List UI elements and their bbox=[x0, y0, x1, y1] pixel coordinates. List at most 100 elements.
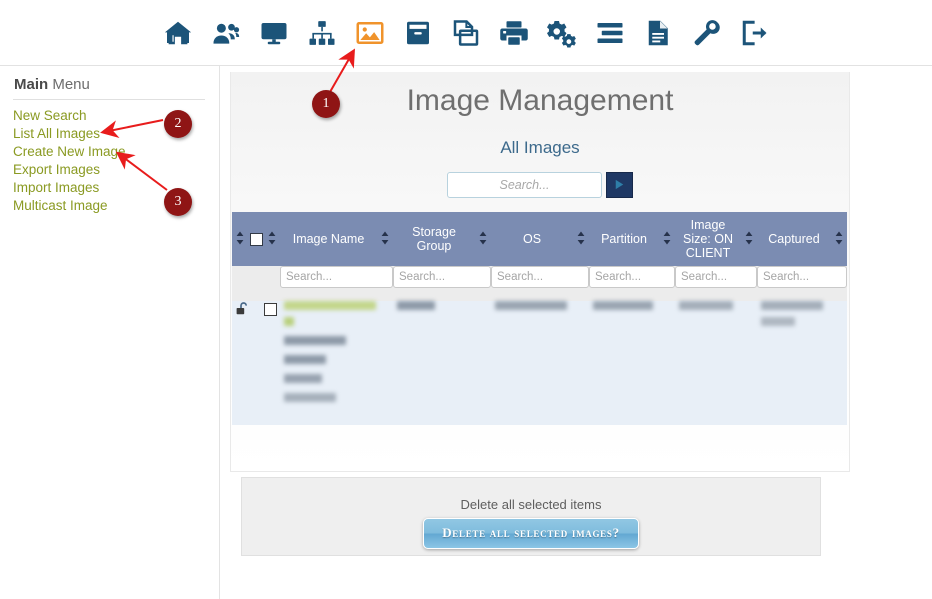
search-submit-button[interactable] bbox=[606, 172, 633, 198]
sidebar-menu-list: New Search List All Images Create New Im… bbox=[13, 107, 208, 215]
filter-cell-os bbox=[491, 266, 589, 301]
column-header-image-size-on-client[interactable]: Image Size: ON CLIENT bbox=[675, 212, 741, 266]
table-row[interactable] bbox=[232, 301, 847, 425]
column-header-captured[interactable]: Captured bbox=[757, 212, 831, 266]
sort-arrows-icon bbox=[267, 231, 277, 245]
filter-input-captured[interactable] bbox=[757, 266, 847, 288]
sort-toggle-checkbox-col[interactable] bbox=[264, 212, 280, 266]
services-gears-icon[interactable] bbox=[546, 17, 578, 49]
images-table: Image Name Storage Group OS Partition Im… bbox=[232, 212, 847, 425]
filter-input-partition[interactable] bbox=[589, 266, 675, 288]
sort-arrows-icon bbox=[235, 231, 245, 245]
redacted-text bbox=[284, 301, 376, 310]
sort-toggle-storage-group[interactable] bbox=[475, 212, 491, 266]
image-picture-icon[interactable] bbox=[354, 17, 386, 49]
column-header-partition[interactable]: Partition bbox=[589, 212, 659, 266]
unlocked-padlock-icon[interactable] bbox=[236, 302, 251, 321]
redacted-text bbox=[679, 301, 733, 310]
logout-exit-icon[interactable] bbox=[738, 17, 770, 49]
select-all-checkbox-cell[interactable] bbox=[248, 212, 264, 266]
settings-wrench-icon[interactable] bbox=[690, 17, 722, 49]
table-header-row: Image Name Storage Group OS Partition Im… bbox=[232, 212, 847, 266]
filter-input-os[interactable] bbox=[491, 266, 589, 288]
sidebar-heading-strong: Main bbox=[14, 76, 49, 93]
redacted-text bbox=[761, 301, 823, 310]
redacted-text bbox=[593, 301, 653, 310]
sidebar-heading: Main Menu bbox=[14, 76, 90, 93]
redacted-text bbox=[284, 355, 326, 364]
sort-toggle-select[interactable] bbox=[232, 212, 248, 266]
row-checkbox-cell[interactable] bbox=[264, 301, 280, 425]
filter-cell-image-name bbox=[280, 266, 393, 301]
sidebar: Main Menu New Search List All Images Cre… bbox=[0, 66, 220, 599]
tasks-list-icon[interactable] bbox=[594, 17, 626, 49]
sort-arrows-icon bbox=[478, 231, 488, 245]
cell-image-size bbox=[675, 301, 757, 425]
search-bar bbox=[231, 172, 849, 198]
filter-cell-image-size bbox=[675, 266, 757, 301]
sidebar-item-new-search[interactable]: New Search bbox=[13, 107, 208, 125]
delete-panel-label: Delete all selected items bbox=[460, 497, 602, 512]
home-icon[interactable] bbox=[162, 17, 194, 49]
table-filter-row bbox=[232, 266, 847, 301]
filter-cell-spacer-3 bbox=[264, 266, 280, 301]
sidebar-item-export-images[interactable]: Export Images bbox=[13, 161, 208, 179]
sort-toggle-captured[interactable] bbox=[831, 212, 847, 266]
sidebar-heading-rest: Menu bbox=[48, 76, 90, 93]
printer-icon[interactable] bbox=[498, 17, 530, 49]
play-triangle-icon bbox=[614, 178, 625, 193]
nav-icon-group bbox=[0, 0, 932, 65]
row-lock-cell bbox=[232, 301, 264, 425]
sort-toggle-os[interactable] bbox=[573, 212, 589, 266]
sidebar-item-multicast-image[interactable]: Multicast Image bbox=[13, 197, 208, 215]
users-icon[interactable] bbox=[210, 17, 242, 49]
delete-selected-panel: Delete all selected items Delete all sel… bbox=[241, 477, 821, 556]
host-monitor-icon[interactable] bbox=[258, 17, 290, 49]
select-all-checkbox[interactable] bbox=[250, 233, 263, 247]
sort-arrows-icon bbox=[576, 231, 586, 245]
cell-captured bbox=[757, 301, 847, 425]
filter-input-image-size[interactable] bbox=[675, 266, 757, 288]
search-input[interactable] bbox=[447, 172, 602, 198]
groups-sitemap-icon[interactable] bbox=[306, 17, 338, 49]
sort-arrows-icon bbox=[380, 231, 390, 245]
cell-storage-group bbox=[393, 301, 491, 425]
sort-toggle-partition[interactable] bbox=[659, 212, 675, 266]
sort-arrows-icon bbox=[834, 231, 844, 245]
redacted-text bbox=[495, 301, 567, 310]
filter-cell-partition bbox=[589, 266, 675, 301]
cell-partition bbox=[589, 301, 675, 425]
filter-cell-spacer-1 bbox=[232, 266, 248, 301]
column-header-image-name[interactable]: Image Name bbox=[280, 212, 377, 266]
top-navigation-bar bbox=[0, 0, 932, 66]
filter-input-image-name[interactable] bbox=[280, 266, 393, 288]
sort-arrows-icon bbox=[662, 231, 672, 245]
reports-document-icon[interactable] bbox=[642, 17, 674, 49]
main-content-panel: Image Management All Images Search... Im… bbox=[230, 72, 850, 472]
page-subtitle: All Images bbox=[500, 138, 580, 157]
sidebar-item-import-images[interactable]: Import Images bbox=[13, 179, 208, 197]
sidebar-divider bbox=[13, 99, 205, 100]
sort-toggle-image-name[interactable] bbox=[377, 212, 393, 266]
redacted-text bbox=[284, 317, 294, 326]
redacted-text bbox=[397, 301, 435, 310]
redacted-text bbox=[284, 336, 346, 345]
redacted-text bbox=[284, 393, 336, 402]
cell-os bbox=[491, 301, 589, 425]
redacted-text bbox=[284, 374, 322, 383]
sort-arrows-icon bbox=[744, 231, 754, 245]
sort-toggle-image-size[interactable] bbox=[741, 212, 757, 266]
column-header-os[interactable]: OS bbox=[491, 212, 573, 266]
column-header-storage-group[interactable]: Storage Group bbox=[393, 212, 475, 266]
filter-input-storage-group[interactable] bbox=[393, 266, 491, 288]
redacted-text bbox=[761, 317, 795, 326]
storage-archive-icon[interactable] bbox=[402, 17, 434, 49]
sidebar-item-create-new-image[interactable]: Create New Image bbox=[13, 143, 208, 161]
row-select-checkbox[interactable] bbox=[264, 303, 277, 317]
sidebar-item-list-all-images[interactable]: List All Images bbox=[13, 125, 208, 143]
delete-all-selected-images-button[interactable]: Delete all selected images? bbox=[423, 518, 639, 549]
filter-cell-storage-group bbox=[393, 266, 491, 301]
filter-cell-captured bbox=[757, 266, 847, 301]
snapins-copy-icon[interactable] bbox=[450, 17, 482, 49]
delete-button-wrap: Delete all selected images? bbox=[242, 518, 820, 549]
